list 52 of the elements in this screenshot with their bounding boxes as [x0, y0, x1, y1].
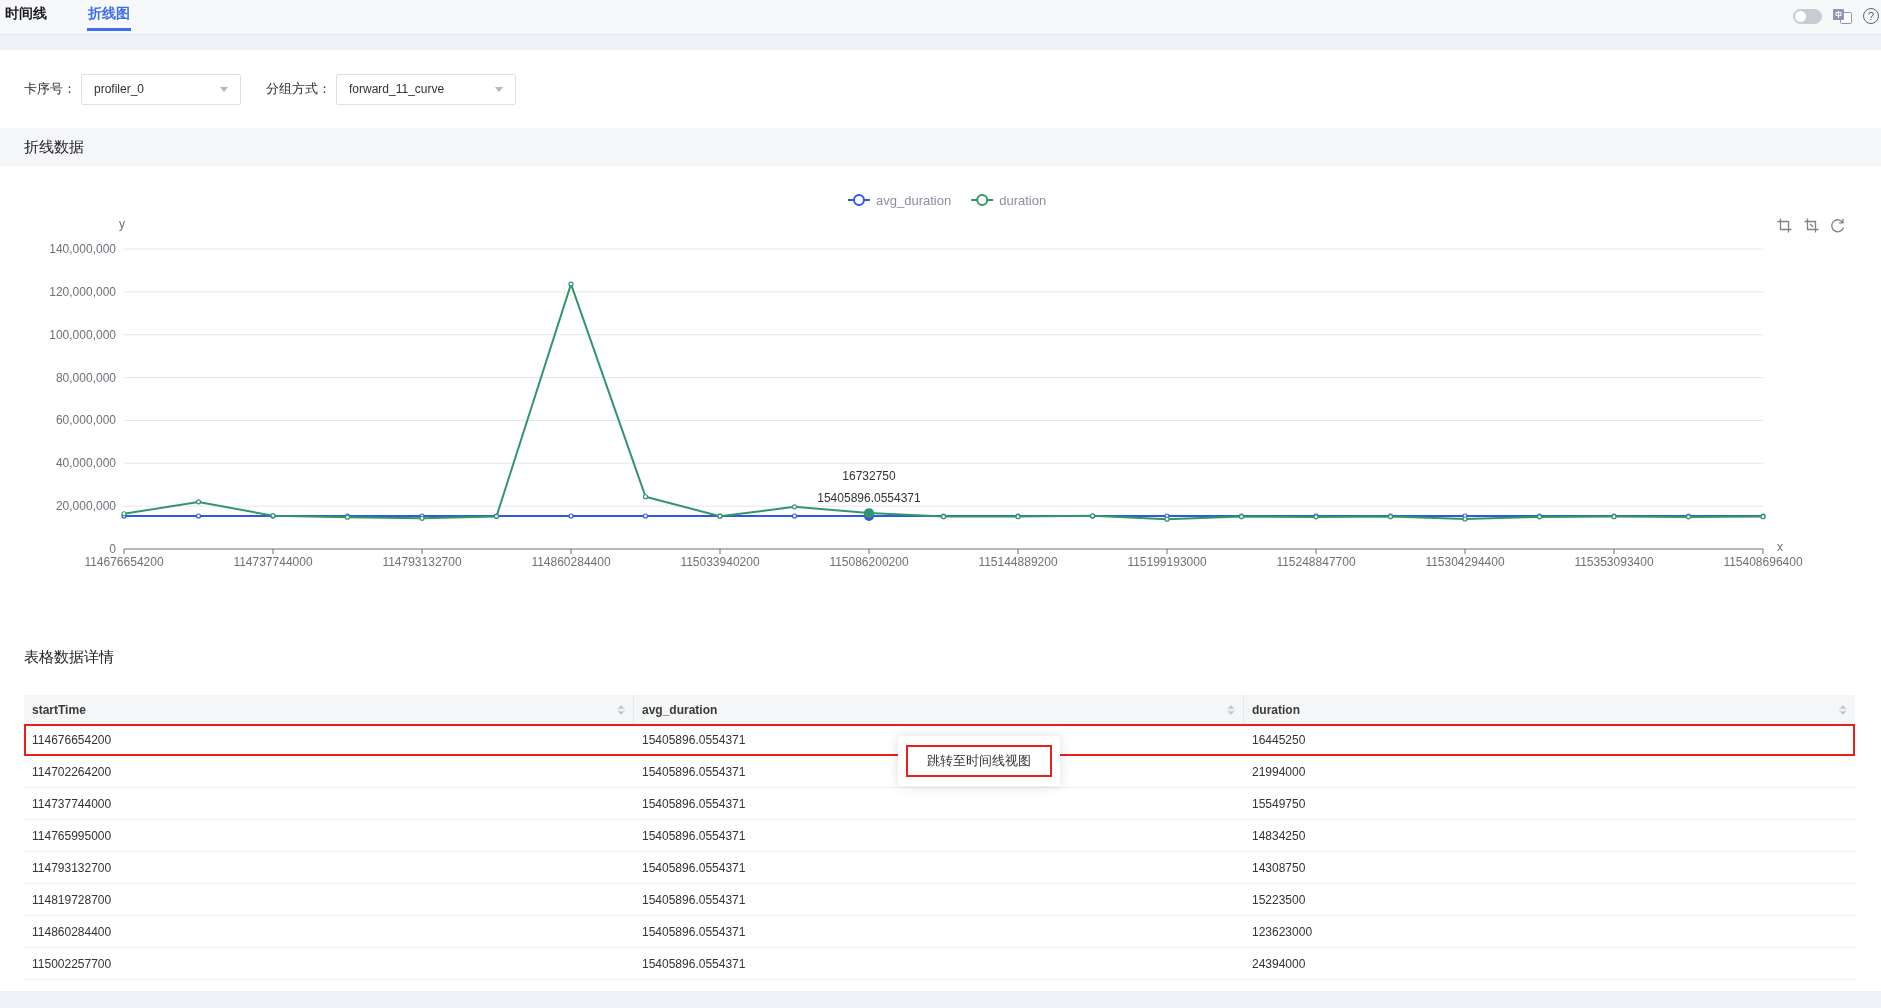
table-cell-text: 123623000 [1251, 923, 1314, 941]
data-label: 16732750 [842, 469, 896, 484]
section-title: 折线数据 [24, 137, 84, 157]
table-cell-text: 115002257700 [31, 955, 113, 973]
section-title: 表格数据详情 [24, 647, 115, 667]
table-cell-text: 15405896.0554371 [641, 827, 747, 845]
filter-label: 卡序号： [24, 80, 76, 98]
axis-tick-label: 114793132700 [382, 555, 462, 569]
axis-tick-label: 40,000,000 [55, 456, 116, 471]
axis-tick-label: 20,000,000 [55, 499, 116, 514]
axis-tick-label: 115353093400 [1574, 555, 1654, 569]
table-cell-text: 15405896.0554371 [641, 731, 747, 749]
table-cell-text: 16445250 [1251, 731, 1307, 749]
table-cell-text: 114676654200 [31, 731, 113, 749]
axis-tick-label: 114676654200 [84, 555, 164, 569]
axis-tick-label: 120,000,000 [49, 284, 116, 299]
table-cell-text: 114737744000 [31, 795, 113, 813]
table-cell-text: 114702264200 [31, 763, 113, 781]
axis-tick-label: 115086200200 [829, 555, 909, 569]
axis-tick-label: 114737744000 [233, 555, 313, 569]
axis-tick-label: 115408696400 [1723, 555, 1803, 569]
table-cell-text: 114765995000 [31, 827, 113, 845]
axis-tick-label: 100,000,000 [49, 327, 116, 342]
axis-title: y [119, 217, 125, 231]
axis-title: x [1777, 540, 1783, 554]
table-cell-text: 114819728700 [31, 891, 113, 909]
table-cell-text: 14834250 [1251, 827, 1307, 845]
axis-tick-label: 115248847700 [1276, 555, 1356, 569]
table-cell-text: 14308750 [1251, 859, 1307, 877]
table-cell-text: 15405896.0554371 [641, 955, 747, 973]
table-cell-text: 24394000 [1251, 955, 1307, 973]
table-cell-text: 15223500 [1251, 891, 1307, 909]
axis-tick-label: 60,000,000 [55, 413, 116, 428]
axis-tick-label: 115144889200 [978, 555, 1058, 569]
axis-tick-label: 115304294400 [1425, 555, 1505, 569]
axis-tick-label: 80,000,000 [55, 370, 116, 385]
table-cell-text: 114860284400 [31, 923, 113, 941]
axis-tick-label: 0 [109, 542, 116, 556]
axis-tick-label: 140,000,000 [49, 242, 116, 256]
filter-label: 分组方式： [266, 80, 331, 98]
table-cell-text: 15405896.0554371 [641, 763, 747, 781]
table-cell-text: 15549750 [1251, 795, 1307, 813]
axis-tick-label: 115033940200 [680, 555, 760, 569]
table-cell-text: 21994000 [1251, 763, 1307, 781]
table-cell-text: 114793132700 [31, 859, 113, 877]
axis-tick-label: 115199193000 [1127, 555, 1207, 569]
axis-tick-label: 114860284400 [531, 555, 611, 569]
table-cell-text: 15405896.0554371 [641, 795, 747, 813]
data-label: 15405896.0554371 [817, 491, 921, 505]
table-cell-text: 15405896.0554371 [641, 891, 747, 909]
table-cell-text: 15405896.0554371 [641, 923, 747, 941]
table-cell-text: 15405896.0554371 [641, 859, 747, 877]
